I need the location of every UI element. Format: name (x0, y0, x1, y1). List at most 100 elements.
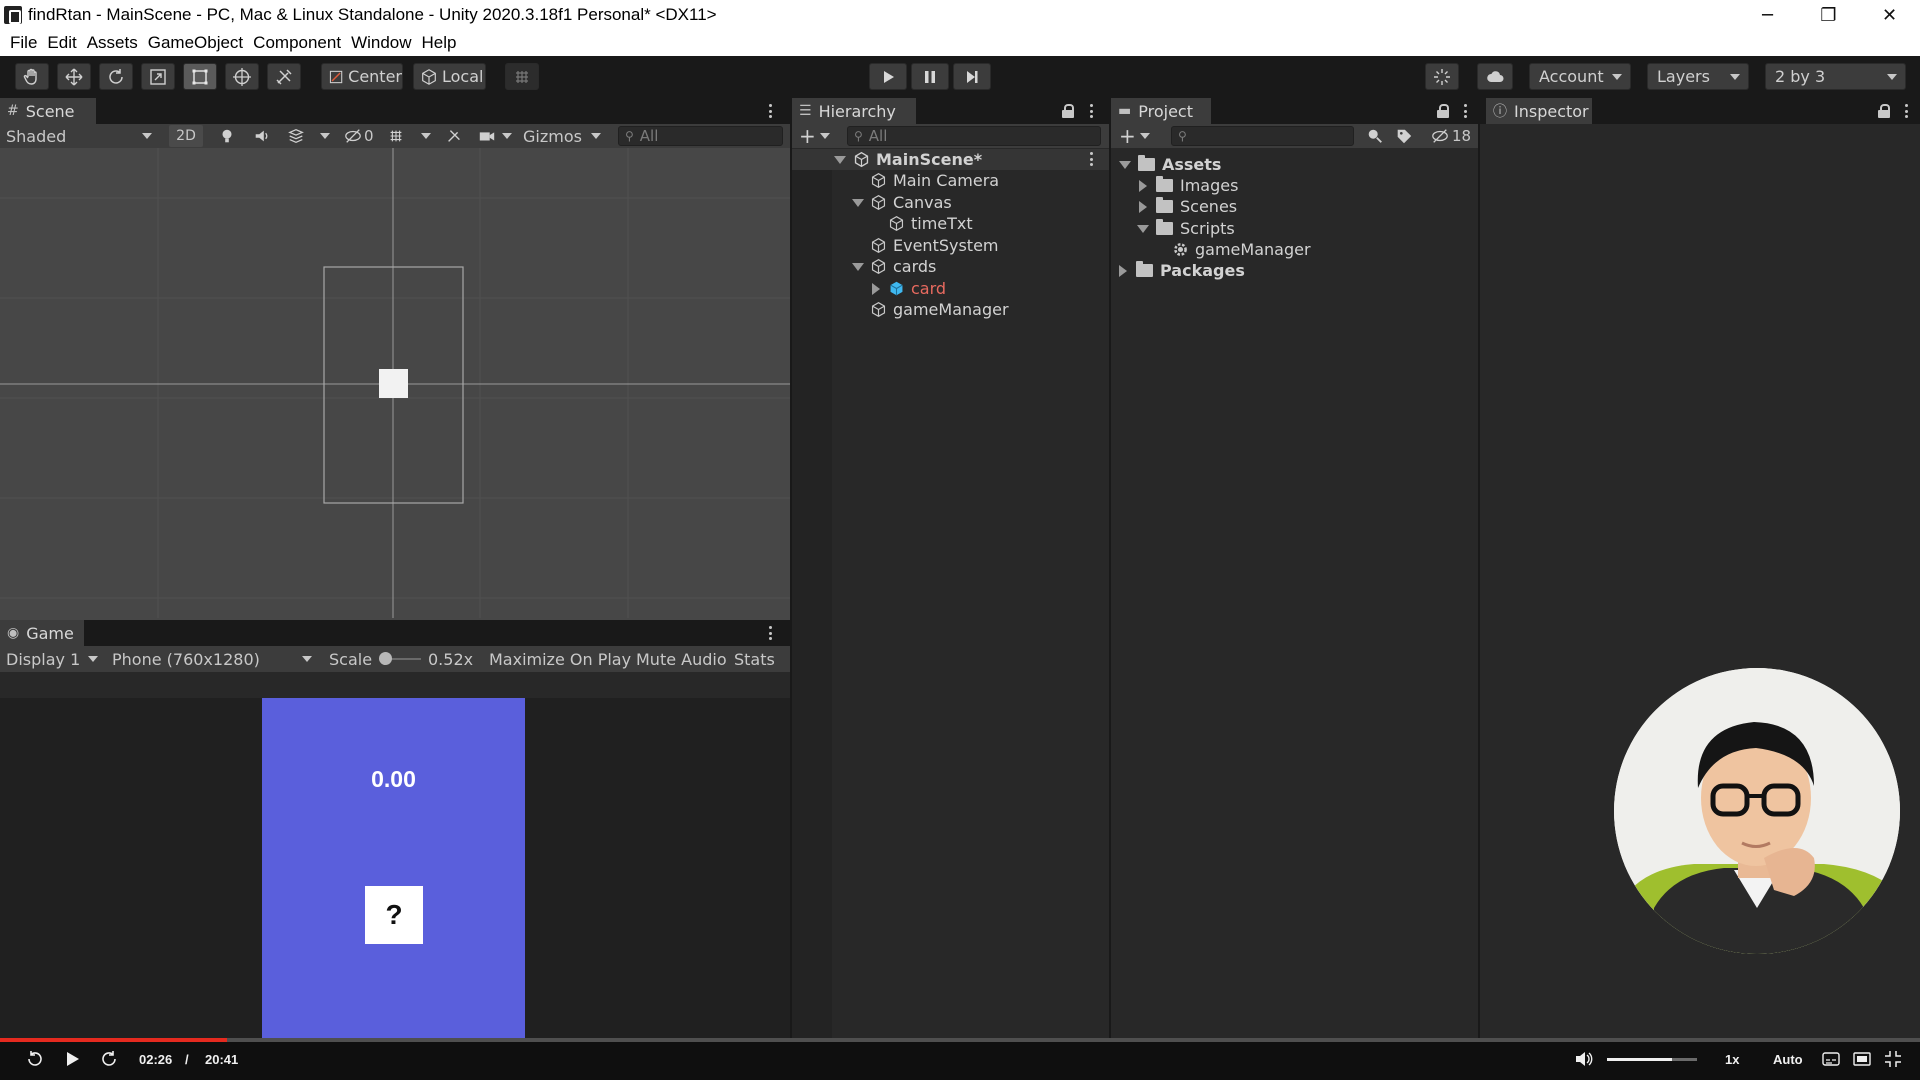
scene-menu-icon[interactable] (764, 103, 776, 119)
gizmos-label[interactable]: Gizmos (523, 127, 582, 146)
transform-tool-button[interactable] (225, 63, 259, 90)
layout-dropdown[interactable]: 2 by 3 (1765, 63, 1906, 90)
hierarchy-menu-icon[interactable] (1085, 103, 1097, 119)
scene-row-menu-icon[interactable] (1085, 151, 1097, 167)
tree-row-packages[interactable]: Packages (1119, 260, 1245, 281)
lock-icon[interactable] (1062, 104, 1074, 118)
pivot-center-toggle[interactable]: Center (321, 63, 403, 90)
tree-row-main-camera[interactable]: Main Camera (870, 170, 999, 191)
audio-icon[interactable] (253, 127, 271, 145)
game-menu-icon[interactable] (764, 625, 776, 641)
rotate-tool-button[interactable] (99, 63, 133, 90)
menu-assets[interactable]: Assets (82, 33, 143, 53)
custom-tool-button[interactable] (267, 63, 301, 90)
playback-speed-button[interactable]: 1x (1725, 1052, 1739, 1067)
volume-icon[interactable] (1574, 1050, 1594, 1068)
video-progress-track[interactable] (0, 1038, 1920, 1042)
collapsed-arrow-icon[interactable] (1139, 200, 1147, 213)
tab-game[interactable]: ◉ Game (0, 620, 84, 646)
scene-camera-icon[interactable] (478, 127, 496, 145)
volume-slider-track[interactable] (1607, 1058, 1697, 1061)
shading-mode-dropdown[interactable]: Shaded (0, 124, 158, 148)
chevron-down-icon[interactable] (1140, 133, 1150, 139)
hierarchy-search-input[interactable]: ⚲ All (847, 126, 1101, 146)
close-button[interactable]: ✕ (1859, 0, 1920, 30)
menu-file[interactable]: File (5, 33, 42, 53)
collapsed-arrow-icon[interactable] (1119, 264, 1127, 277)
rewind-10-icon[interactable] (25, 1049, 45, 1069)
grid-snap-button[interactable] (505, 63, 539, 90)
account-dropdown[interactable]: Account (1529, 63, 1631, 90)
scale-slider-thumb[interactable] (379, 652, 392, 665)
tree-row-canvas[interactable]: Canvas (852, 192, 952, 213)
tree-row-mainscene[interactable]: MainScene* (792, 149, 1109, 170)
rect-tool-button[interactable] (183, 63, 217, 90)
lighting-icon[interactable] (218, 127, 236, 145)
project-menu-icon[interactable] (1459, 103, 1471, 119)
chevron-down-icon[interactable] (421, 133, 431, 139)
expand-arrow-icon[interactable] (852, 262, 864, 271)
layers-dropdown[interactable]: Layers (1647, 63, 1749, 90)
tree-row-cards[interactable]: cards (852, 256, 936, 277)
pause-button[interactable] (911, 63, 949, 90)
tree-row-timetxt[interactable]: timeTxt (888, 213, 973, 234)
tree-row-eventsystem[interactable]: EventSystem (870, 235, 999, 256)
stats-toggle[interactable]: Stats (734, 650, 775, 669)
tree-row-scripts[interactable]: Scripts (1137, 218, 1235, 239)
step-button[interactable] (953, 63, 991, 90)
quality-button[interactable]: Auto (1773, 1052, 1803, 1067)
mute-audio-toggle[interactable]: Mute Audio (636, 650, 727, 669)
pivot-local-toggle[interactable]: Local (413, 63, 486, 90)
menu-component[interactable]: Component (248, 33, 346, 53)
move-tool-button[interactable] (57, 63, 91, 90)
minimize-button[interactable]: ─ (1737, 0, 1798, 30)
expand-arrow-icon[interactable] (852, 198, 864, 207)
tree-row-scenes[interactable]: Scenes (1139, 196, 1237, 217)
scene-search-input[interactable]: ⚲ All (618, 126, 783, 146)
create-plus-icon[interactable]: + (799, 124, 816, 148)
collapsed-arrow-icon[interactable] (1139, 179, 1147, 192)
grid-toggle-icon[interactable] (387, 127, 405, 145)
expand-arrow-icon[interactable] (1137, 224, 1149, 233)
2d-mode-toggle[interactable]: 2D (169, 125, 203, 147)
collab-button[interactable] (1425, 63, 1459, 90)
tree-row-gamemanager[interactable]: gameManager (870, 299, 1009, 320)
tab-project[interactable]: ▬ Project (1111, 98, 1211, 124)
search-by-type-icon[interactable] (1366, 127, 1384, 145)
subtitles-icon[interactable] (1822, 1051, 1840, 1067)
tree-row-images[interactable]: Images (1139, 175, 1238, 196)
tree-row-card[interactable]: card (872, 278, 946, 299)
tab-inspector[interactable]: ⓘ Inspector (1486, 98, 1592, 124)
expand-arrow-icon[interactable] (834, 155, 846, 164)
chevron-down-icon[interactable] (820, 133, 830, 139)
lock-icon[interactable] (1437, 104, 1449, 118)
maximize-on-play-toggle[interactable]: Maximize On Play (489, 650, 631, 669)
collapsed-arrow-icon[interactable] (872, 282, 880, 295)
tab-hierarchy[interactable]: ☰ Hierarchy (792, 98, 916, 124)
project-search-input[interactable]: ⚲ (1171, 126, 1354, 146)
menu-gameobject[interactable]: GameObject (143, 33, 248, 53)
theater-mode-icon[interactable] (1853, 1051, 1871, 1067)
tab-scene[interactable]: # Scene (0, 98, 96, 124)
menu-help[interactable]: Help (417, 33, 462, 53)
hand-tool-button[interactable] (15, 63, 49, 90)
label-tag-icon[interactable] (1395, 127, 1413, 145)
restore-button[interactable]: ❐ (1798, 0, 1859, 30)
exit-fullscreen-icon[interactable] (1884, 1050, 1902, 1068)
hidden-objects-icon[interactable] (344, 127, 362, 145)
scale-tool-button[interactable] (141, 63, 175, 90)
video-play-icon[interactable] (62, 1049, 82, 1069)
menu-edit[interactable]: Edit (42, 33, 81, 53)
chevron-down-icon[interactable] (502, 133, 512, 139)
menu-window[interactable]: Window (346, 33, 416, 53)
expand-arrow-icon[interactable] (1119, 160, 1131, 169)
forward-10-icon[interactable] (99, 1049, 119, 1069)
create-plus-icon[interactable]: + (1119, 124, 1136, 148)
display-dropdown[interactable]: Display 1 (0, 646, 104, 672)
tree-row-gamemanager-script[interactable]: gameManager (1172, 239, 1311, 260)
chevron-down-icon[interactable] (320, 133, 330, 139)
scene-tools-icon[interactable] (445, 127, 463, 145)
effects-icon[interactable] (287, 127, 305, 145)
chevron-down-icon[interactable] (591, 133, 601, 139)
cloud-services-button[interactable] (1477, 63, 1513, 90)
